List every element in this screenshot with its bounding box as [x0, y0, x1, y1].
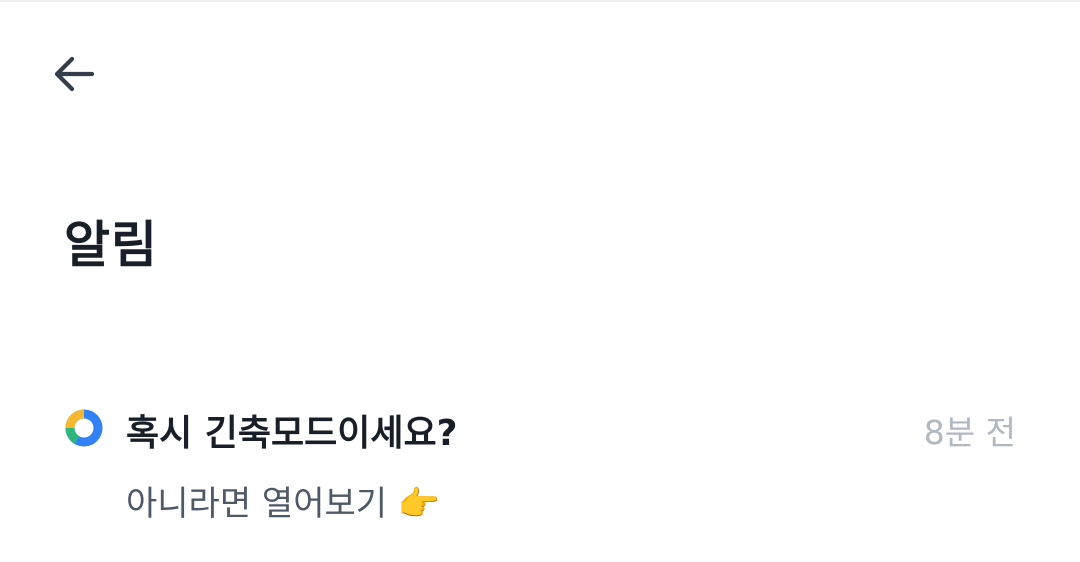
arrow-left-icon: [54, 56, 95, 92]
notifications-screen: 알림 혹시 긴축모드이세요? 8분 전 아니라면 열어보기 👉: [0, 0, 1080, 562]
donut-ring-icon: [65, 409, 103, 447]
back-button[interactable]: [44, 44, 104, 104]
top-divider: [0, 0, 1080, 2]
notification-body: 아니라면 열어보기 👉: [126, 484, 441, 524]
page-title: 알림: [64, 216, 158, 274]
notification-title: 혹시 긴축모드이세요?: [126, 413, 458, 454]
notification-time: 8분 전: [923, 413, 1016, 452]
notification-item[interactable]: 혹시 긴축모드이세요? 8분 전 아니라면 열어보기 👉: [62, 400, 1022, 525]
